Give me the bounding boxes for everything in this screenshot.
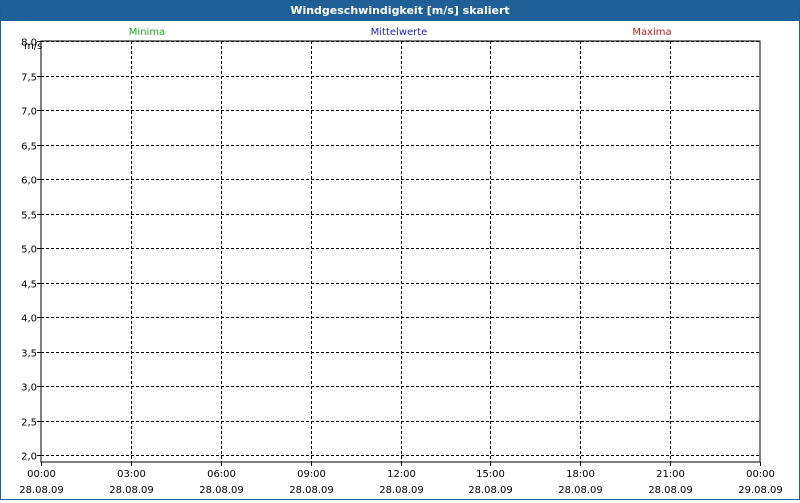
legend-item: Minima [129,27,165,38]
window-title: Windgeschwindigkeit [m/s] skaliert [1,1,799,21]
legend-item: Maxima [632,27,671,38]
x-tick-date-label: 28.08.09 [648,485,693,496]
y-tick-label: 5,0 [21,245,37,256]
y-axis: 8,0 7,5 7,0 6,5 6,0 5,5 5,0 4,5 4,0 3,5 3,0 2,5 2,0 [21,38,41,463]
y-tick-label: 8,0 [21,38,37,49]
y-tick-label: 4,5 [21,280,37,291]
x-tick-date-label: 28.08.09 [109,485,154,496]
grid [41,41,760,462]
chart-window: Windgeschwindigkeit [m/s] skaliert Minim… [0,0,800,500]
x-tick-time-label: 15:00 [476,469,505,480]
x-tick-date-label: 28.08.09 [19,485,64,496]
x-tick-time-label: 00:00 [27,469,56,480]
x-tick-time-label: 21:00 [656,469,685,480]
x-tick-date-label: 28.08.09 [379,485,424,496]
wind-speed-chart: Minima Mittelwerte Maxima m/s 8,07,57,06,5… [19,27,783,496]
x-tick-time-label: 06:00 [207,469,236,480]
y-tick-label: 5,5 [21,211,37,222]
plot-area: Minima Mittelwerte Maxima m/s 8,0 7,5 7,0 6,5… [1,21,799,499]
x-tick-date-label: 28.08.09 [468,485,513,496]
y-tick-label: 4,0 [21,314,37,325]
plot-frame [40,40,761,463]
x-tick-date-label: 28.08.09 [289,485,334,496]
y-tick-label: 3,0 [21,383,37,394]
x-tick-time-label: 18:00 [566,469,595,480]
y-tick-label: 7,5 [21,73,37,84]
y-tick-label: 2,0 [21,452,37,463]
y-tick-label: 2,5 [21,418,37,429]
y-tick-label: 7,0 [21,107,37,118]
x-tick-date-label: 29.08.09 [738,485,783,496]
legend: Minima Mittelwerte Maxima [129,27,672,38]
x-tick-time-label: 09:00 [297,469,326,480]
legend-item: Mittelwerte [371,27,428,38]
x-tick-time-label: 03:00 [117,469,146,480]
y-tick-label: 3,5 [21,349,37,360]
x-tick-date-label: 28.08.09 [199,485,244,496]
x-tick-time-label: 00:00 [746,469,775,480]
y-tick-label: 6,5 [21,142,37,153]
x-tick-date-label: 28.08.09 [558,485,603,496]
y-tick-label: 6,0 [21,176,37,187]
x-axis: 00:00 28.08.09 03:00 28.08.09 06:00 28.08.09 0… [19,462,783,496]
x-tick-time-label: 12:00 [387,469,416,480]
